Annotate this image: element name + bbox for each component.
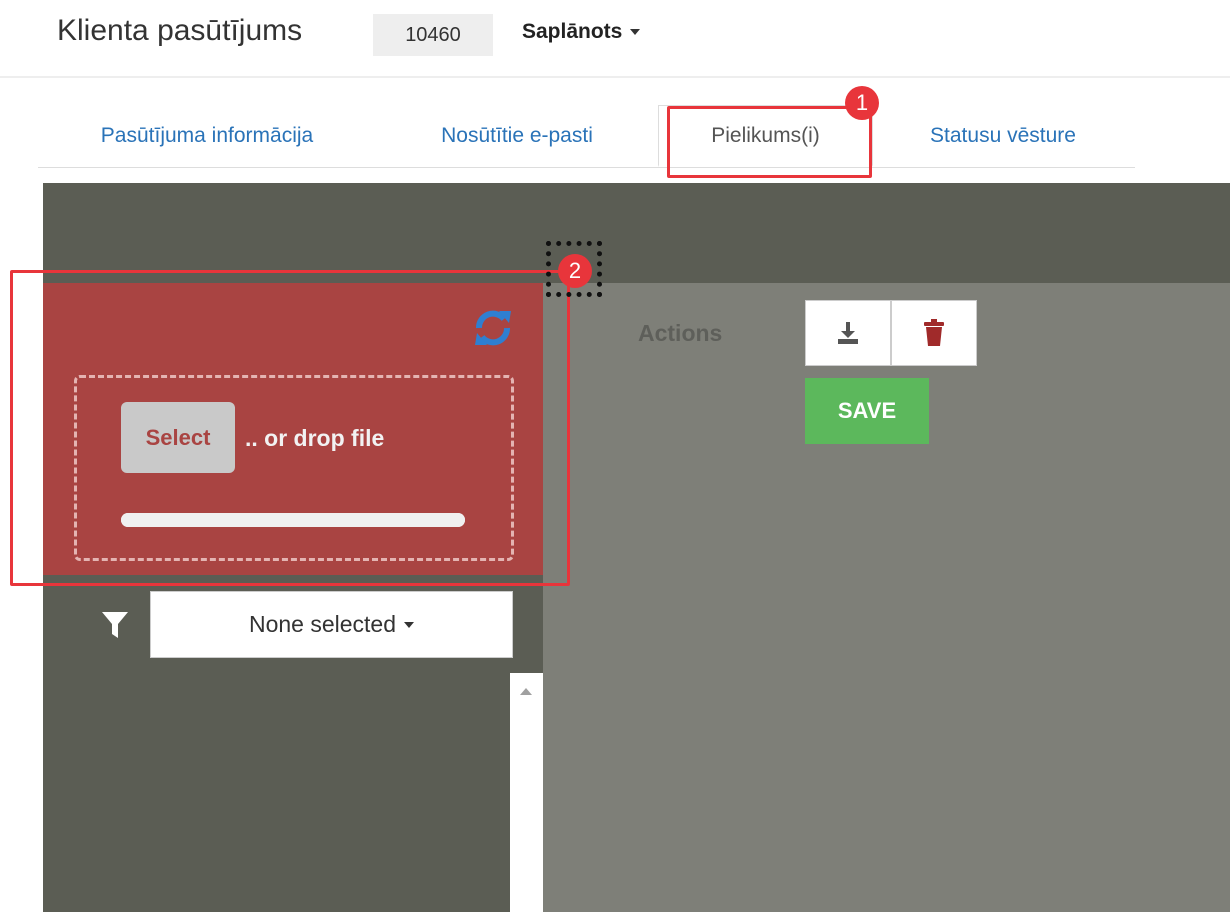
annotation-highlight-upload: [10, 270, 570, 586]
page-title: Klienta pasūtījums: [57, 14, 303, 47]
status-dropdown[interactable]: Saplānots: [522, 20, 641, 44]
filter-multiselect[interactable]: None selected: [150, 591, 513, 658]
trash-icon: [924, 319, 944, 346]
tab-bar: Pasūtījuma informācija Nosūtītie e-pasti…: [38, 105, 1135, 168]
annotation-highlight-tab: [667, 106, 872, 178]
download-button[interactable]: [805, 300, 891, 366]
scroll-up-arrow-icon[interactable]: [520, 688, 532, 695]
delete-button[interactable]: [891, 300, 977, 366]
annotation-marker-2: 2: [558, 254, 592, 288]
filter-multiselect-label: None selected: [248, 611, 397, 637]
order-number-badge: 10460: [373, 14, 493, 56]
actions-label: Actions: [638, 320, 723, 346]
tab-sent-emails[interactable]: Nosūtītie e-pasti: [376, 105, 658, 167]
annotation-marker-1: 1: [845, 86, 879, 120]
tab-status-history[interactable]: Statusu vēsture: [873, 105, 1133, 167]
caret-down-icon: [404, 621, 415, 628]
caret-down-icon: [630, 29, 641, 36]
list-scrollbar[interactable]: [510, 673, 543, 912]
download-icon: [838, 322, 858, 344]
save-button[interactable]: SAVE: [805, 378, 929, 444]
page-header: Klienta pasūtījums 10460 Saplānots: [0, 0, 1230, 78]
status-dropdown-label: Saplānots: [522, 20, 623, 43]
tab-order-info[interactable]: Pasūtījuma informācija: [38, 105, 376, 167]
filter-icon: [102, 612, 128, 638]
